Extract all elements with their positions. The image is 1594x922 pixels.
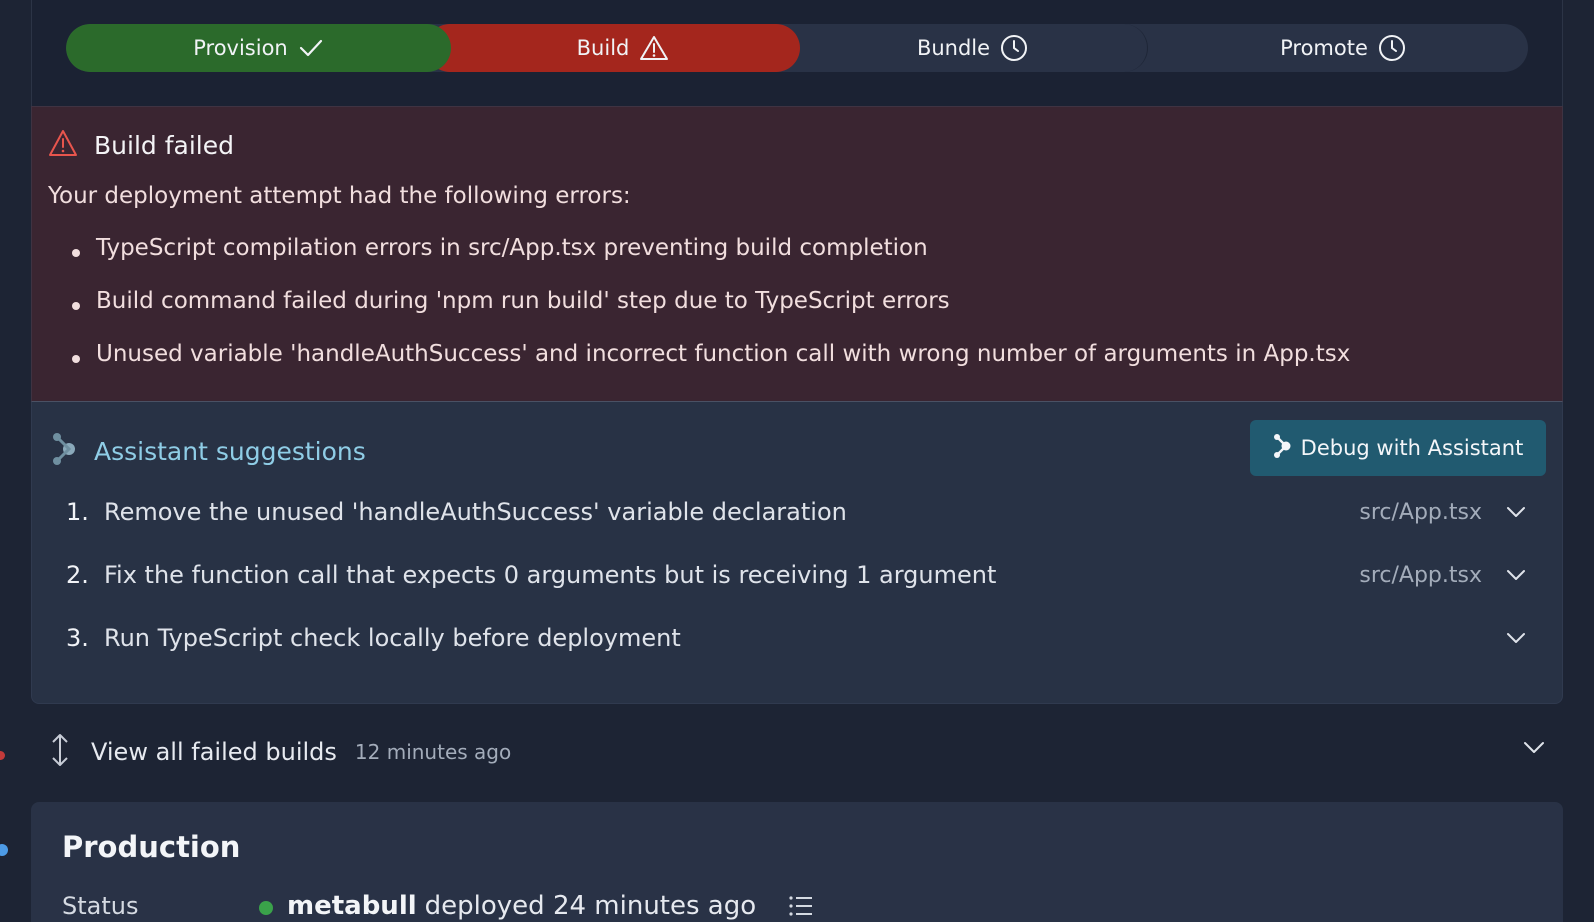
clock-icon xyxy=(1378,34,1406,62)
production-title: Production xyxy=(62,830,241,864)
chevron-down-icon[interactable] xyxy=(1504,500,1528,524)
suggestion-number: 2. xyxy=(66,561,89,589)
error-header: Build failed xyxy=(48,129,234,161)
error-item: Unused variable 'handleAuthSuccess' and … xyxy=(68,341,1350,394)
suggestion-item[interactable]: 3. Run TypeScript check locally before d… xyxy=(66,618,1528,658)
clock-icon xyxy=(1000,34,1028,62)
step-provision[interactable]: Provision xyxy=(66,24,451,72)
view-failed-builds-row[interactable]: View all failed builds 12 minutes ago xyxy=(31,722,1563,782)
list-icon[interactable] xyxy=(788,894,814,922)
timeline-dot-failed xyxy=(0,751,5,760)
suggestion-text: Fix the function call that expects 0 arg… xyxy=(104,561,997,589)
assistant-header: Assistant suggestions xyxy=(52,432,366,470)
suggestion-item[interactable]: 1. Remove the unused 'handleAuthSuccess'… xyxy=(66,492,1528,532)
assistant-title: Assistant suggestions xyxy=(94,436,366,466)
assistant-icon xyxy=(52,432,76,470)
suggestion-file: src/App.tsx xyxy=(1359,499,1482,525)
step-provision-label: Provision xyxy=(193,36,288,60)
deployment-progress-card: Provision Build Bundle Promote xyxy=(31,0,1563,106)
chevron-down-icon[interactable] xyxy=(1504,626,1528,650)
timeline-dot-production xyxy=(0,844,8,856)
suggestion-number: 1. xyxy=(66,498,89,526)
error-item: TypeScript compilation errors in src/App… xyxy=(68,235,1350,288)
error-title: Build failed xyxy=(94,130,234,160)
step-promote-label: Promote xyxy=(1280,36,1368,60)
failed-builds-time: 12 minutes ago xyxy=(354,740,512,764)
failed-builds-label: View all failed builds xyxy=(91,738,337,766)
deploy-user[interactable]: metabull xyxy=(287,891,417,921)
suggestion-number: 3. xyxy=(66,624,89,652)
error-item: Build command failed during 'npm run bui… xyxy=(68,288,1350,341)
suggestion-text: Remove the unused 'handleAuthSuccess' va… xyxy=(104,498,847,526)
warning-icon xyxy=(48,129,78,161)
error-list: TypeScript compilation errors in src/App… xyxy=(68,235,1350,394)
suggestion-file: src/App.tsx xyxy=(1359,562,1482,588)
suggestion-text: Run TypeScript check locally before depl… xyxy=(104,624,681,652)
step-build[interactable]: Build xyxy=(426,24,800,72)
deploy-status-text: deployed 24 minutes ago xyxy=(424,891,757,921)
status-row: metabull deployed 24 minutes ago xyxy=(259,890,814,922)
step-promote[interactable]: Promote xyxy=(1148,24,1528,72)
debug-with-assistant-button[interactable]: Debug with Assistant xyxy=(1250,420,1546,476)
deployment-stepper: Provision Build Bundle Promote xyxy=(66,24,1528,72)
warning-icon xyxy=(639,35,669,61)
debug-button-label: Debug with Assistant xyxy=(1300,436,1524,460)
error-intro: Your deployment attempt had the followin… xyxy=(48,183,631,209)
suggestion-item[interactable]: 2. Fix the function call that expects 0 … xyxy=(66,555,1528,595)
chevron-down-icon[interactable] xyxy=(1504,563,1528,587)
build-error-panel: Build failed Your deployment attempt had… xyxy=(31,106,1563,402)
step-bundle[interactable]: Bundle xyxy=(774,24,1148,72)
production-card: Production Status metabull deployed 24 m… xyxy=(31,802,1563,922)
step-bundle-label: Bundle xyxy=(916,36,991,60)
step-build-label: Build xyxy=(576,36,630,60)
chevron-down-icon[interactable] xyxy=(1523,740,1545,759)
status-label: Status xyxy=(62,892,139,920)
check-icon xyxy=(298,37,324,59)
expand-vertical-icon xyxy=(49,733,71,771)
assistant-suggestions-panel: Assistant suggestions Debug with Assista… xyxy=(31,402,1563,704)
assistant-icon xyxy=(1273,433,1291,464)
status-indicator xyxy=(259,901,273,915)
